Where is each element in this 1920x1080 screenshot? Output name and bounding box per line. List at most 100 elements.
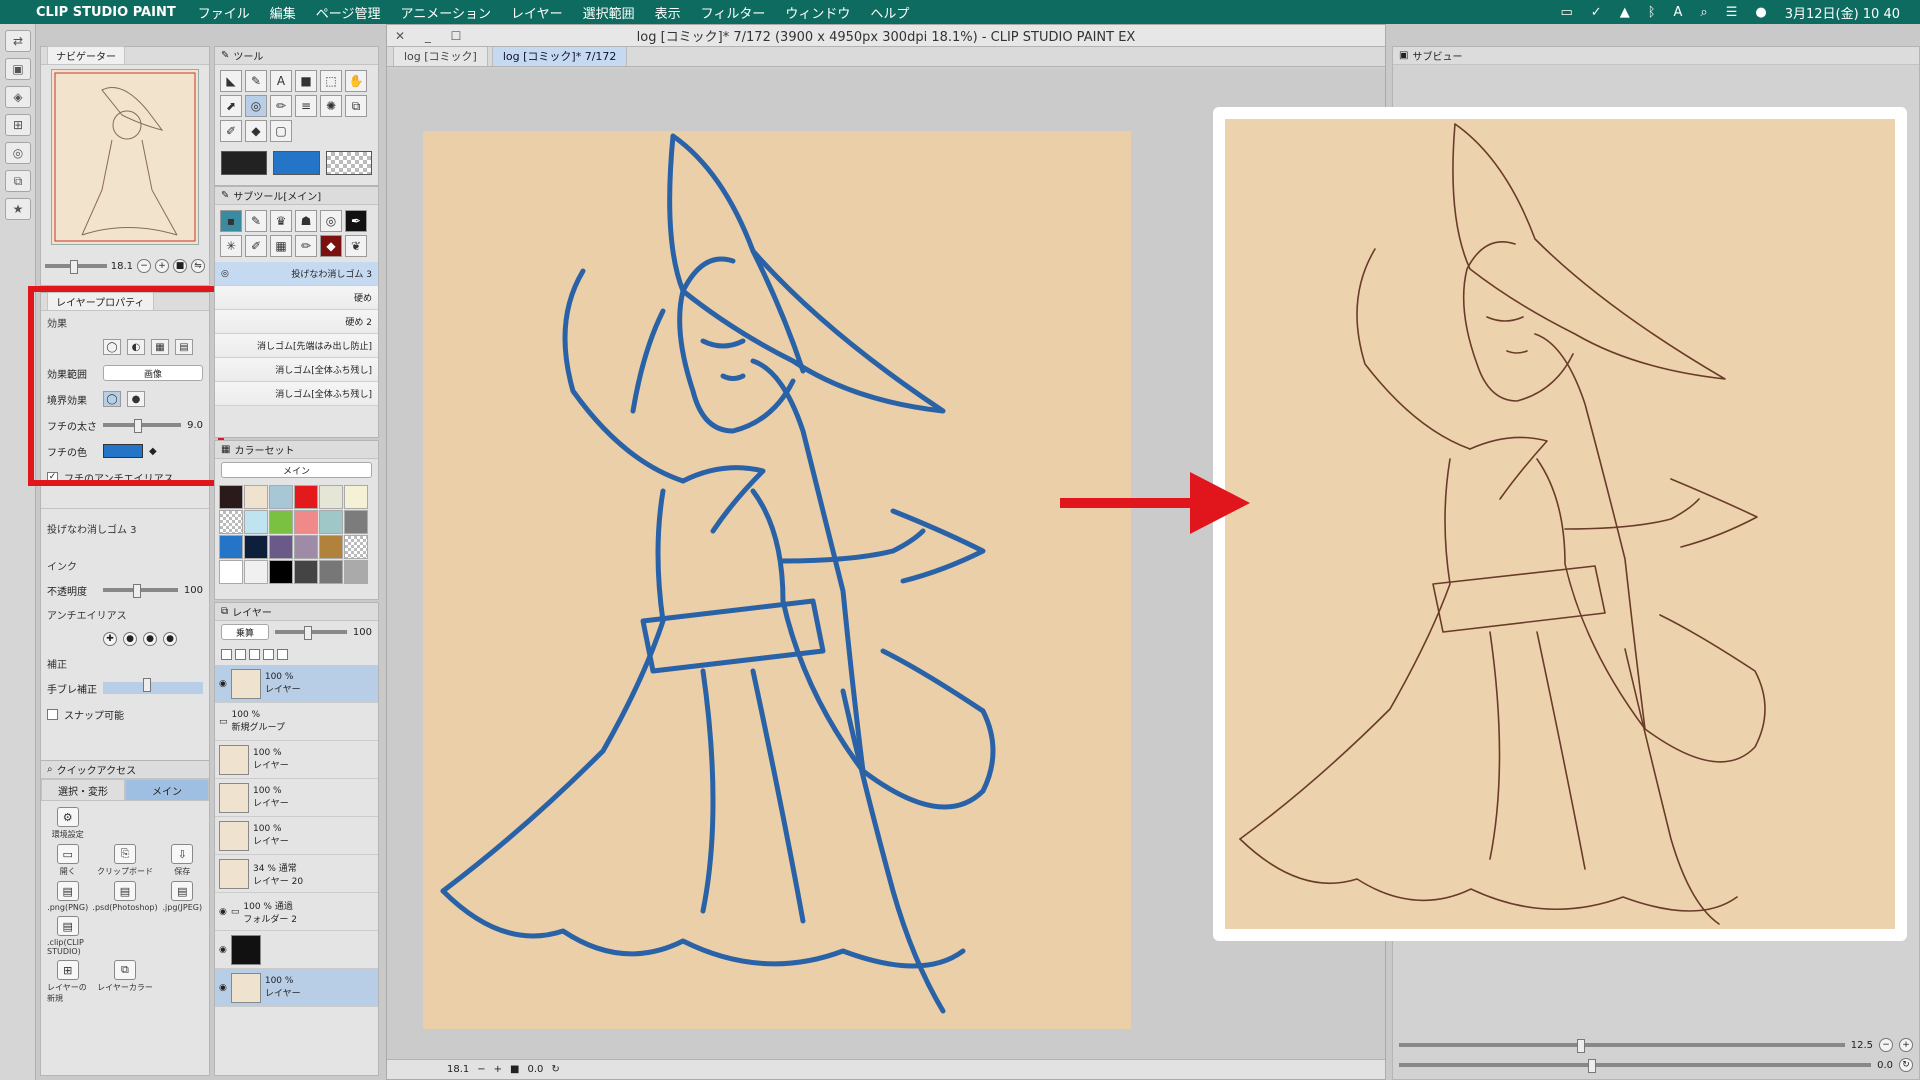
eye-icon[interactable]: ◉ [219, 679, 227, 689]
group-icon-7[interactable]: ✳ [220, 235, 242, 257]
layer-row[interactable]: ◉ 100 % レイヤー [215, 665, 378, 703]
watercolor-edge-icon[interactable]: ◐ [127, 339, 145, 355]
menu-window[interactable]: ウィンドウ [785, 3, 850, 22]
window-controls[interactable]: ✕ _ ☐ [395, 29, 469, 43]
menu-layer[interactable]: レイヤー [511, 3, 563, 22]
export-clip-item[interactable]: ▤ .clip(CLIP STUDIO) [47, 916, 88, 956]
battery-icon[interactable]: ▭ [1560, 5, 1572, 20]
subview-preview[interactable] [1225, 119, 1895, 929]
check-icon[interactable]: ✓ [1591, 5, 1602, 20]
palette-color[interactable] [244, 510, 268, 534]
palette-color[interactable] [219, 560, 243, 584]
zoom-out-icon[interactable]: − [1879, 1038, 1893, 1052]
border-effect-icon[interactable]: ◯ [103, 339, 121, 355]
export-png-item[interactable]: ▤ .png(PNG) [47, 881, 88, 912]
menu-filter[interactable]: フィルター [701, 3, 766, 22]
subtool-title[interactable]: サブツール[メイン] [233, 188, 321, 203]
layer-row[interactable]: 100 % レイヤー [215, 779, 378, 817]
export-psd-item[interactable]: ▤ .psd(Photoshop) [92, 881, 158, 912]
document-tab[interactable]: log [コミック] [393, 45, 488, 66]
search-icon[interactable]: ⌕ [47, 764, 53, 775]
operation-tool-icon[interactable]: ⬈ [220, 95, 242, 117]
siri-icon[interactable]: ● [1755, 5, 1766, 20]
subtool-item-4[interactable]: 消しゴム[全体ふち残し] [215, 358, 378, 382]
palette-color[interactable] [319, 510, 343, 534]
palette-color[interactable] [319, 535, 343, 559]
menu-view[interactable]: 表示 [655, 3, 681, 22]
pencil-tool-icon[interactable]: ✏ [270, 95, 292, 117]
subview-zoom-value[interactable]: 12.5 [1851, 1040, 1873, 1051]
navigator-thumbnail[interactable] [51, 69, 199, 245]
stabilization-slider[interactable] [103, 678, 203, 694]
quick-access-title[interactable]: クイックアクセス [57, 762, 137, 777]
group-icon-1[interactable]: ▪ [220, 210, 242, 232]
rotate-icon[interactable]: ↻ [1899, 1058, 1913, 1072]
layer-row[interactable]: 100 % レイヤー [215, 817, 378, 855]
zoom-in-icon[interactable]: + [1899, 1038, 1913, 1052]
fit-icon[interactable]: ■ [510, 1064, 519, 1075]
antialias-weak-icon[interactable]: ● [123, 632, 137, 646]
palette-color[interactable] [344, 485, 368, 509]
subview-angle-slider[interactable] [1399, 1059, 1872, 1073]
layer-row[interactable]: ▭ 100 % 新規グループ [215, 703, 378, 741]
group-icon-12[interactable]: ❦ [345, 235, 367, 257]
menu-tool-icon[interactable]: ≡ [295, 95, 317, 117]
palette-color[interactable] [269, 535, 293, 559]
palette-color[interactable] [219, 510, 243, 534]
subtool-dock-icon[interactable]: ⊞ [5, 114, 31, 136]
palette-color[interactable] [344, 535, 368, 559]
canvas-paper[interactable] [423, 131, 1131, 1029]
input-source-icon[interactable]: A [1674, 5, 1683, 20]
hand-tool-icon[interactable]: ✋ [345, 70, 367, 92]
palette-color[interactable] [294, 560, 318, 584]
palette-color[interactable] [269, 510, 293, 534]
menu-animation[interactable]: アニメーション [400, 3, 490, 22]
layer-row[interactable]: 100 % レイヤー [215, 741, 378, 779]
watercolor-border-icon[interactable]: ● [127, 391, 145, 407]
tab-select-transform[interactable]: 選択・変形 [41, 779, 125, 801]
search-icon[interactable]: ⌕ [1700, 5, 1707, 20]
antialias-checkbox[interactable]: ✓ [47, 471, 58, 483]
subview-angle-value[interactable]: 0.0 [1877, 1060, 1893, 1071]
bluetooth-icon[interactable]: ᛒ [1648, 5, 1656, 20]
tab-main[interactable]: メイン [125, 779, 209, 801]
palette-color[interactable] [219, 535, 243, 559]
group-icon-11[interactable]: ◆ [320, 235, 342, 257]
property-dock-icon[interactable]: ◈ [5, 86, 31, 108]
snap-checkbox[interactable] [47, 708, 58, 720]
zoom-in-icon[interactable]: + [494, 1064, 502, 1075]
subtool-item-5[interactable]: 消しゴム[全体ふち残し] [215, 382, 378, 406]
highlight-tool-icon[interactable]: ✐ [220, 120, 242, 142]
save-item[interactable]: ⇩ 保存 [162, 844, 203, 877]
open-item[interactable]: ▭ 開く [47, 844, 88, 877]
border-edge-icon[interactable]: ◯ [103, 391, 121, 407]
search-dock-icon[interactable]: ◎ [5, 142, 31, 164]
zoom-out-icon[interactable]: − [477, 1064, 485, 1075]
palette-color[interactable] [244, 560, 268, 584]
menu-help[interactable]: ヘルプ [870, 3, 909, 22]
antialias-medium-icon[interactable]: ● [143, 632, 157, 646]
document-tab-active[interactable]: log [コミック]* 7/172 [491, 45, 628, 66]
text-tool-icon[interactable]: A [270, 70, 292, 92]
color-set-select[interactable]: メイン [221, 462, 372, 478]
status-angle[interactable]: 0.0 [528, 1064, 544, 1075]
antialias-strong-icon[interactable]: ● [163, 632, 177, 646]
airbrush-tool-icon[interactable]: ✺ [320, 95, 342, 117]
effect-range-select[interactable]: 画像 [103, 365, 203, 381]
menu-selection[interactable]: 選択範囲 [583, 3, 635, 22]
tool-title[interactable]: ツール [233, 48, 263, 63]
border-width-value[interactable]: 9.0 [187, 420, 203, 431]
export-jpg-item[interactable]: ▤ .jpg(JPEG) [162, 881, 203, 912]
fill-bucket-icon[interactable]: ◆ [149, 446, 157, 457]
group-icon-2[interactable]: ✎ [245, 210, 267, 232]
eraser-tool-icon[interactable]: ◆ [245, 120, 267, 142]
layer-row[interactable]: ◉ ▭ 100 % 通過 フォルダー 2 [215, 893, 378, 931]
layer-move-icon[interactable]: ⧉ [345, 95, 367, 117]
brush-tool-icon[interactable]: ✎ [245, 70, 267, 92]
palette-color[interactable] [344, 510, 368, 534]
layer-opacity-value[interactable]: 100 [353, 627, 372, 638]
blend-mode-select[interactable]: 乗算 [221, 624, 269, 640]
preferences-item[interactable]: ⚙ 環境設定 [47, 807, 88, 840]
subview-zoom-slider[interactable] [1399, 1039, 1845, 1053]
border-width-slider[interactable] [103, 419, 182, 433]
